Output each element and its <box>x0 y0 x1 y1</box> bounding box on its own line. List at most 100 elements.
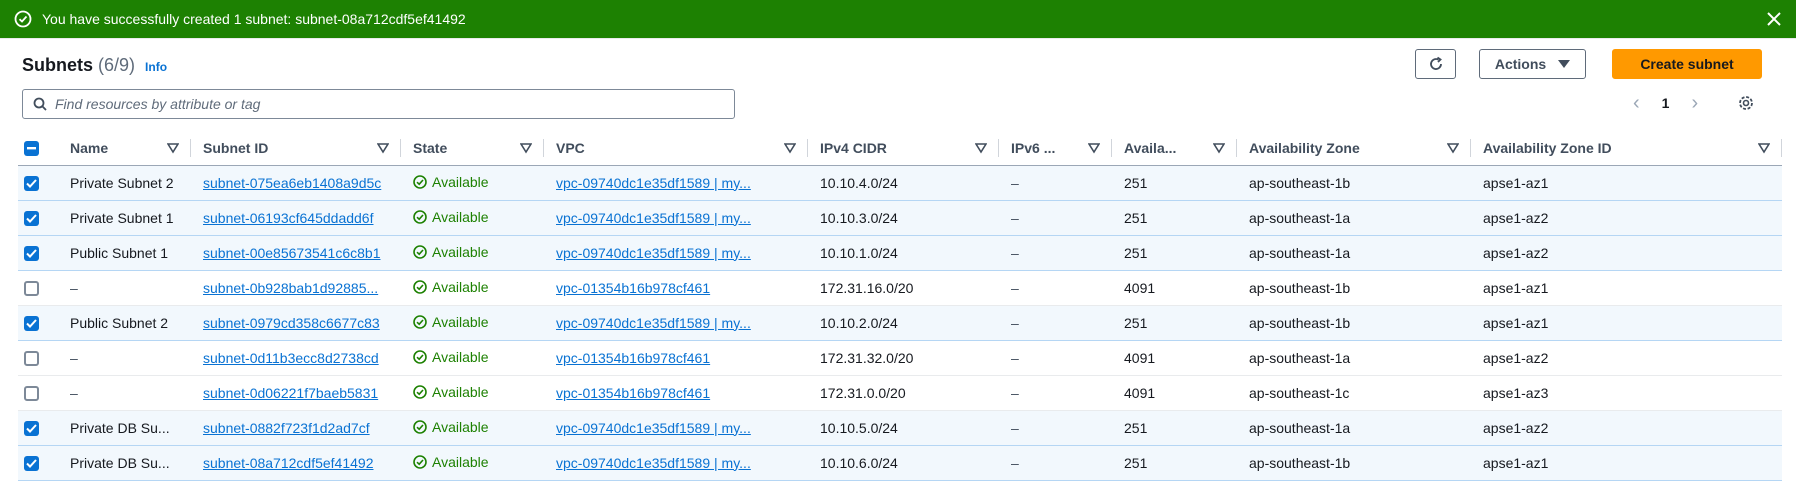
subnet-id-link[interactable]: subnet-06193cf645ddadd6f <box>203 210 373 226</box>
table-row[interactable]: Public Subnet 2 subnet-0979cd358c6677c83 A… <box>18 304 1782 341</box>
info-link[interactable]: Info <box>145 60 167 74</box>
state-label: Available <box>432 348 489 365</box>
current-page[interactable]: 1 <box>1662 95 1670 111</box>
search-input[interactable] <box>55 96 695 112</box>
checkbox-cell[interactable] <box>18 340 58 376</box>
column-header-name[interactable]: Name <box>58 131 191 166</box>
subnet-id-cell: subnet-08a712cdf5ef41492 <box>191 444 401 481</box>
column-header-available-ips[interactable]: Availa... <box>1112 131 1237 166</box>
subnet-id-link[interactable]: subnet-075ea6eb1408a9d5c <box>203 175 381 191</box>
row-checkbox[interactable] <box>24 280 39 296</box>
vpc-link[interactable]: vpc-09740dc1e35df1589 | my... <box>556 315 751 331</box>
column-header-availability-zone[interactable]: Availability Zone <box>1237 131 1471 166</box>
available-ips-cell: 4091 <box>1112 375 1237 411</box>
checkbox-cell[interactable] <box>18 270 58 306</box>
subnet-id-cell: subnet-0d06221f7baeb5831 <box>191 375 401 411</box>
vpc-cell: vpc-01354b16b978cf461 <box>544 340 808 376</box>
gear-icon[interactable] <box>1736 93 1756 113</box>
state-cell: Available <box>401 375 544 411</box>
vpc-link[interactable]: vpc-01354b16b978cf461 <box>556 350 710 366</box>
state-badge: Available <box>413 209 489 225</box>
table-row[interactable]: Public Subnet 1 subnet-00e85673541c6c8b1 A… <box>18 234 1782 271</box>
row-checkbox[interactable] <box>24 455 39 471</box>
name-cell: Private DB Su... <box>58 409 191 446</box>
row-checkbox[interactable] <box>24 385 39 401</box>
success-flashbar: You have successfully created 1 subnet: … <box>0 0 1796 38</box>
column-header-state[interactable]: State <box>401 131 544 166</box>
row-checkbox[interactable] <box>24 245 39 261</box>
flash-message: You have successfully created 1 subnet: … <box>42 11 466 27</box>
column-header-availability-zone-id[interactable]: Availability Zone ID <box>1471 131 1782 166</box>
checkbox-cell[interactable] <box>18 164 58 201</box>
state-label: Available <box>432 173 489 190</box>
vpc-link[interactable]: vpc-09740dc1e35df1589 | my... <box>556 420 751 436</box>
name-cell: – <box>58 375 191 411</box>
checkbox-cell[interactable] <box>18 375 58 411</box>
vpc-link[interactable]: vpc-01354b16b978cf461 <box>556 385 710 401</box>
checkbox-cell[interactable] <box>18 409 58 446</box>
column-label: Availability Zone ID <box>1483 139 1612 156</box>
create-subnet-button[interactable]: Create subnet <box>1612 49 1762 79</box>
state-badge: Available <box>413 419 489 435</box>
row-checkbox[interactable] <box>24 350 39 366</box>
next-page-icon[interactable]: › <box>1691 93 1698 113</box>
subnet-id-link[interactable]: subnet-0d06221f7baeb5831 <box>203 385 378 401</box>
column-header-ipv4-cidr[interactable]: IPv4 CIDR <box>808 131 999 166</box>
name-cell: Private Subnet 1 <box>58 199 191 236</box>
state-badge: Available <box>413 384 489 400</box>
table-row[interactable]: – subnet-0d06221f7baeb5831 Available vpc-01… <box>18 375 1782 411</box>
row-checkbox[interactable] <box>24 175 39 191</box>
column-header-vpc[interactable]: VPC <box>544 131 808 166</box>
status-check-icon <box>413 384 427 399</box>
vpc-cell: vpc-09740dc1e35df1589 | my... <box>544 444 808 481</box>
state-label: Available <box>432 208 489 225</box>
state-label: Available <box>432 278 489 295</box>
available-ips-cell: 251 <box>1112 409 1237 446</box>
checkbox-cell[interactable] <box>18 304 58 341</box>
vpc-link[interactable]: vpc-09740dc1e35df1589 | my... <box>556 175 751 191</box>
state-cell: Available <box>401 340 544 376</box>
subnet-id-link[interactable]: subnet-0882f723f1d2ad7cf <box>203 420 370 436</box>
refresh-button[interactable] <box>1415 49 1456 79</box>
sort-caret-icon <box>520 143 532 154</box>
subnet-id-link[interactable]: subnet-08a712cdf5ef41492 <box>203 455 373 471</box>
subnet-id-link[interactable]: subnet-0d11b3ecc8d2738cd <box>203 350 379 366</box>
available-ips-cell: 251 <box>1112 444 1237 481</box>
subnet-id-link[interactable]: subnet-00e85673541c6c8b1 <box>203 245 381 261</box>
available-ips-cell: 251 <box>1112 234 1237 271</box>
subnet-id-link[interactable]: subnet-0979cd358c6677c83 <box>203 315 380 331</box>
table-row[interactable]: Private DB Su... subnet-08a712cdf5ef41492… <box>18 444 1782 481</box>
previous-page-icon[interactable]: ‹ <box>1633 93 1640 113</box>
row-checkbox[interactable] <box>24 315 39 331</box>
column-label: Availa... <box>1124 139 1177 156</box>
actions-button[interactable]: Actions <box>1479 49 1586 79</box>
table-row[interactable]: Private Subnet 1 subnet-06193cf645ddadd6f… <box>18 199 1782 236</box>
vpc-link[interactable]: vpc-09740dc1e35df1589 | my... <box>556 455 751 471</box>
close-icon[interactable] <box>1764 9 1784 29</box>
availability-zone-cell: ap-southeast-1b <box>1237 304 1471 341</box>
row-checkbox[interactable] <box>24 210 39 226</box>
vpc-link[interactable]: vpc-09740dc1e35df1589 | my... <box>556 245 751 261</box>
column-header-ipv6[interactable]: IPv6 ... <box>999 131 1112 166</box>
checkbox-cell[interactable] <box>18 234 58 271</box>
sort-caret-icon <box>1213 143 1225 154</box>
select-all-checkbox[interactable] <box>24 141 39 157</box>
table-row[interactable]: – subnet-0b928bab1d92885... Available vpc-0… <box>18 270 1782 306</box>
availability-zone-id-cell: apse1-az1 <box>1471 164 1782 201</box>
vpc-link[interactable]: vpc-01354b16b978cf461 <box>556 280 710 296</box>
availability-zone-id-cell: apse1-az2 <box>1471 409 1782 446</box>
availability-zone-id-cell: apse1-az1 <box>1471 444 1782 481</box>
available-ips-cell: 4091 <box>1112 340 1237 376</box>
table-row[interactable]: Private DB Su... subnet-0882f723f1d2ad7cf… <box>18 409 1782 446</box>
table-row[interactable]: – subnet-0d11b3ecc8d2738cd Available vpc-01… <box>18 340 1782 376</box>
table-row[interactable]: Private Subnet 2 subnet-075ea6eb1408a9d5c… <box>18 164 1782 201</box>
checkbox-cell[interactable] <box>18 444 58 481</box>
vpc-link[interactable]: vpc-09740dc1e35df1589 | my... <box>556 210 751 226</box>
row-checkbox[interactable] <box>24 420 39 436</box>
select-all-header[interactable] <box>18 131 58 166</box>
available-ips-cell: 251 <box>1112 304 1237 341</box>
subnet-id-link[interactable]: subnet-0b928bab1d92885... <box>203 280 378 296</box>
search-field[interactable] <box>22 89 735 119</box>
checkbox-cell[interactable] <box>18 199 58 236</box>
column-header-subnet-id[interactable]: Subnet ID <box>191 131 401 166</box>
